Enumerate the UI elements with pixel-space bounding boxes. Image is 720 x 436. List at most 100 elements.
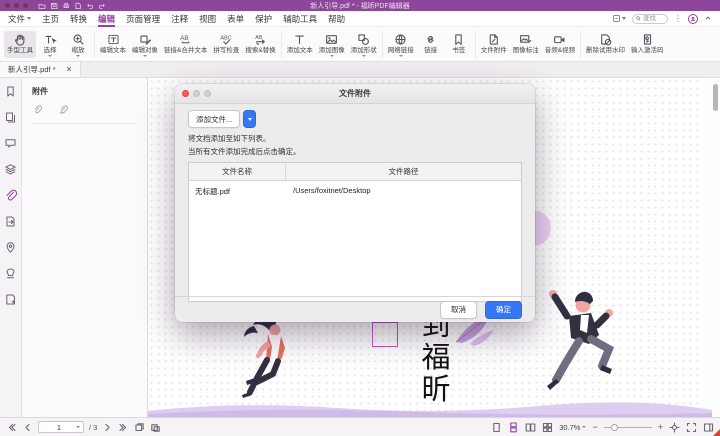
- menu-help[interactable]: 帮助: [328, 11, 345, 27]
- document-icon[interactable]: [74, 2, 82, 10]
- form-fields-panel-icon[interactable]: [4, 293, 17, 306]
- menu-view[interactable]: 视图: [199, 11, 216, 27]
- comments-panel-icon[interactable]: [4, 137, 17, 150]
- layers-panel-icon[interactable]: [4, 163, 17, 176]
- undo-icon[interactable]: [86, 2, 94, 10]
- cancel-button[interactable]: 取消: [440, 301, 477, 319]
- stamp-panel-icon[interactable]: [4, 267, 17, 280]
- tool-link[interactable]: 链接: [417, 31, 445, 58]
- tool-remove-watermark[interactable]: 删除试用水印: [583, 31, 628, 58]
- last-page-button[interactable]: [118, 422, 129, 433]
- tool-link-join-text[interactable]: AB 链接&合并文本: [161, 31, 210, 58]
- thumbnail-grid-view-icon[interactable]: [542, 422, 553, 433]
- minimize-window-button[interactable]: [14, 3, 19, 8]
- tool-edit-object[interactable]: 编辑对象: [129, 31, 161, 58]
- menu-home[interactable]: 主页: [42, 11, 59, 27]
- add-files-dropdown-button[interactable]: [243, 110, 256, 128]
- zoom-level-dropdown[interactable]: 30.7%: [559, 423, 586, 432]
- facing-view-icon[interactable]: [525, 422, 536, 433]
- tool-image-annotation[interactable]: 图像标注: [510, 31, 542, 58]
- column-header-file-name[interactable]: 文件名称: [189, 163, 286, 180]
- chevron-down-icon: [362, 55, 366, 57]
- collapse-toolbar-button[interactable]: [704, 14, 712, 24]
- fit-visible-icon[interactable]: [669, 422, 680, 433]
- open-file-icon[interactable]: [38, 2, 46, 10]
- search-input[interactable]: [643, 15, 664, 22]
- save-icon[interactable]: [50, 2, 58, 10]
- menu-form[interactable]: 表单: [227, 11, 244, 27]
- column-header-file-path[interactable]: 文件路径: [286, 163, 521, 180]
- tool-add-image[interactable]: 添加图像: [316, 31, 348, 58]
- table-row[interactable]: 无标题.pdf /Users/foxitnet/Desktop: [189, 181, 521, 202]
- zoom-window-button[interactable]: [23, 3, 28, 8]
- account-avatar[interactable]: [688, 14, 698, 24]
- zoom-in-button[interactable]: +: [658, 423, 663, 432]
- dialog-close-button[interactable]: [182, 90, 189, 97]
- next-page-button[interactable]: [102, 422, 113, 433]
- search-replace-icon: AB: [254, 33, 267, 46]
- tool-add-text[interactable]: 添加文本: [284, 31, 316, 58]
- save-attachment-icon[interactable]: [58, 105, 68, 115]
- search-box[interactable]: [632, 14, 668, 24]
- tool-add-shape[interactable]: 添加形状: [348, 31, 380, 58]
- print-icon[interactable]: [62, 2, 70, 10]
- menu-convert[interactable]: 转换: [70, 11, 87, 27]
- menu-page-management[interactable]: 页面管理: [126, 11, 160, 27]
- menubar-right: ⋮: [612, 14, 712, 24]
- redo-icon[interactable]: [98, 2, 106, 10]
- menu-accessibility[interactable]: 辅助工具: [283, 11, 317, 27]
- chevron-down-icon: [143, 55, 147, 57]
- tool-web-link[interactable]: 网络链接: [385, 31, 417, 58]
- export-panel-icon[interactable]: [4, 215, 17, 228]
- fit-page-icon[interactable]: [134, 422, 145, 433]
- more-options-icon[interactable]: ⋮: [674, 14, 682, 23]
- tool-activation-code[interactable]: 输入激活码: [628, 31, 667, 58]
- tab-close-button[interactable]: [66, 65, 72, 74]
- tool-spell-check[interactable]: ABC 拼写检查: [210, 31, 242, 58]
- tool-edit-text[interactable]: 编辑文本: [97, 31, 129, 58]
- add-files-button[interactable]: 添加文件...: [188, 110, 240, 128]
- pages-panel-icon[interactable]: [4, 111, 17, 124]
- menu-protect[interactable]: 保护: [255, 11, 272, 27]
- tool-select[interactable]: 选择: [36, 31, 64, 58]
- vertical-scrollbar[interactable]: [713, 84, 718, 111]
- tool-zoom[interactable]: 缩放: [64, 31, 92, 58]
- close-window-button[interactable]: [5, 3, 10, 8]
- previous-page-button[interactable]: [22, 422, 33, 433]
- page-number-field[interactable]: [38, 421, 84, 433]
- continuous-view-icon[interactable]: [508, 422, 519, 433]
- document-tab[interactable]: 新人引导.pdf *: [0, 62, 81, 77]
- find-options-button[interactable]: [612, 14, 626, 23]
- man-illustration: [541, 286, 629, 402]
- page-bottom-wave: [148, 399, 712, 417]
- fit-width-icon[interactable]: [150, 422, 161, 433]
- navigation-panel-strip: [0, 78, 22, 417]
- single-page-view-icon[interactable]: [491, 422, 502, 433]
- dialog-zoom-button: [204, 90, 211, 97]
- tool-hand[interactable]: 手型工具: [4, 31, 36, 58]
- tool-audio-video[interactable]: 音频&视频: [542, 31, 578, 58]
- menu-comment[interactable]: 注释: [171, 11, 188, 27]
- tool-bookmark[interactable]: 书签: [445, 31, 473, 58]
- content-area: 附件 到 福 昕: [0, 78, 720, 417]
- fullscreen-icon[interactable]: [686, 422, 697, 433]
- tool-search-replace[interactable]: AB 搜索&替换: [242, 31, 278, 58]
- tool-file-attachment[interactable]: 文件附件: [478, 31, 510, 58]
- page-number-input[interactable]: [42, 423, 76, 432]
- first-page-button[interactable]: [6, 422, 17, 433]
- menu-edit[interactable]: 编辑: [98, 11, 115, 27]
- titlebar: 新人引导.pdf * - 福昕PDF编辑器: [0, 0, 720, 11]
- add-image-icon: [325, 33, 338, 46]
- attachments-panel-icon[interactable]: [4, 189, 17, 202]
- ok-button[interactable]: 确定: [485, 301, 522, 319]
- bookmarks-panel-icon[interactable]: [4, 85, 17, 98]
- svg-text:AB: AB: [180, 35, 189, 42]
- zoom-slider-knob[interactable]: [611, 424, 618, 431]
- zoom-out-button[interactable]: −: [592, 423, 597, 432]
- user-icon: [690, 16, 696, 22]
- destinations-panel-icon[interactable]: [4, 241, 17, 254]
- open-attachment-icon[interactable]: [32, 105, 42, 115]
- svg-text:AB: AB: [255, 34, 263, 40]
- zoom-slider[interactable]: [604, 423, 652, 432]
- menu-file[interactable]: 文件: [8, 11, 31, 27]
